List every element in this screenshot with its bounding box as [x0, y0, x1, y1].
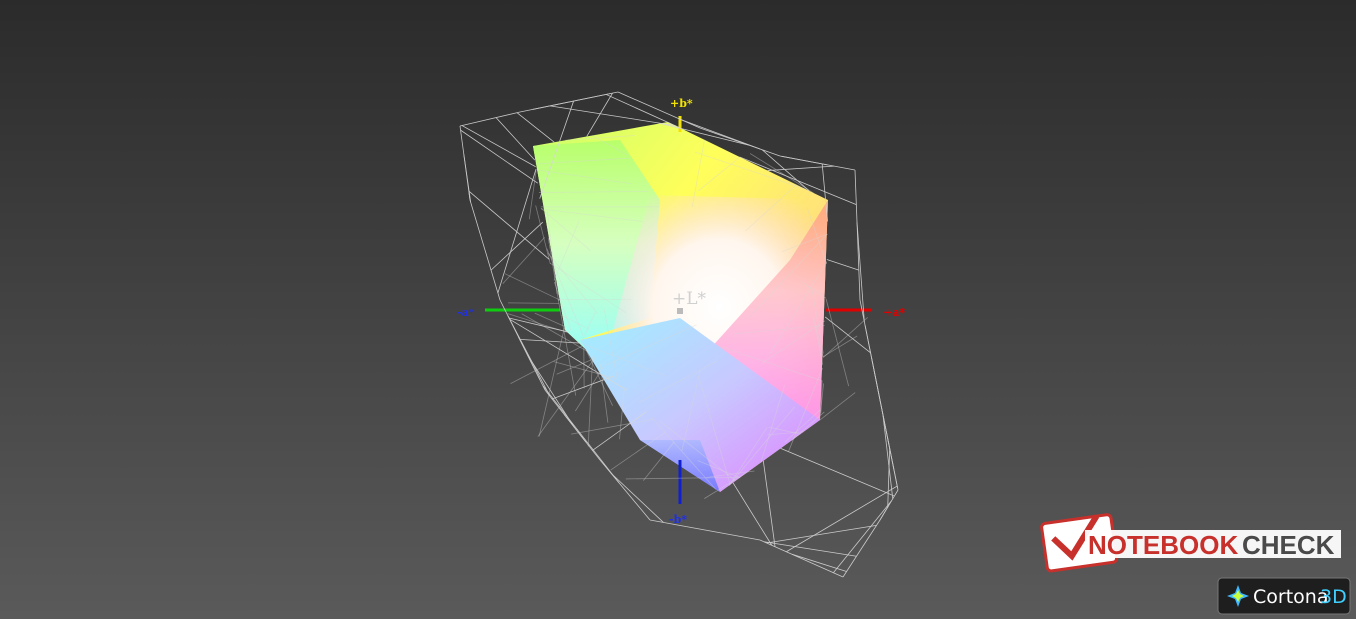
wireframe-edge: [791, 553, 847, 572]
wireframe-edge: [833, 500, 892, 573]
wireframe-edge: [649, 519, 761, 541]
notebookcheck-logo[interactable]: NOTEBOOK CHECK: [1040, 513, 1341, 573]
axis-label-minus-a: -a*: [457, 306, 475, 319]
wireframe-edge: [507, 315, 551, 397]
wireframe-edge: [780, 447, 895, 497]
cortona-name: Cortona: [1253, 586, 1328, 608]
wireframe-edge: [542, 385, 620, 483]
wireframe-edge: [459, 111, 521, 127]
wireframe-edge: [510, 345, 583, 384]
wireframe-edge: [490, 221, 544, 271]
wireframe-edge: [461, 125, 536, 168]
wireframe-edge: [767, 165, 835, 171]
cortona3d-badge[interactable]: Cortona 3D: [1217, 577, 1351, 615]
wireframe-edge: [556, 357, 596, 375]
wireframe-edge: [495, 117, 536, 161]
wireframe-edge: [468, 190, 550, 260]
wireframe-edge: [537, 357, 596, 437]
axis-label-plus-a: +a*: [883, 306, 905, 319]
wireframe-edge: [587, 355, 594, 447]
logo-note-text: NOTEBOOK: [1088, 530, 1238, 560]
logo-check-text: CHECK: [1242, 530, 1335, 560]
wireframe-edge: [563, 414, 587, 443]
wireframe-edge: [822, 316, 868, 358]
axis-label-plus-b: +b*: [670, 97, 693, 110]
wireframe-edge: [502, 237, 545, 284]
wireframe-edge: [819, 392, 856, 421]
wireframe-edge: [497, 169, 537, 294]
wireframe-edge: [460, 129, 538, 184]
wireframe-edge: [763, 541, 857, 557]
wireframe-edge: [469, 199, 501, 301]
cortona-suffix: 3D: [1320, 586, 1347, 608]
wireframe-edge: [825, 298, 850, 387]
wireframe-edge: [759, 539, 844, 578]
wireframe-edge: [826, 259, 859, 271]
wireframe-edge: [610, 432, 666, 471]
wireframe-edge: [854, 169, 861, 301]
wireframe-edge: [599, 459, 651, 521]
wireframe-edge: [842, 519, 881, 578]
wireframe-edge: [516, 112, 555, 143]
axis-label-minus-b: -b*: [669, 513, 687, 526]
axis-label-plus-l: +L*: [672, 289, 707, 309]
wireframe-edge: [856, 222, 865, 322]
gamut-3d-viewport[interactable]: +b* -b* -a* +a* +L* NOTEBOOK CHECK Corto…: [0, 0, 1356, 619]
wireframe-edge: [538, 327, 565, 437]
wireframe-edge: [463, 154, 472, 203]
wireframe-edge: [504, 273, 559, 300]
wireframe-edge: [864, 325, 890, 445]
wireframe-edge: [610, 472, 664, 523]
wireframe-edge: [605, 94, 681, 129]
wireframe-edge: [781, 155, 828, 166]
wireframe-edge: [534, 312, 565, 327]
